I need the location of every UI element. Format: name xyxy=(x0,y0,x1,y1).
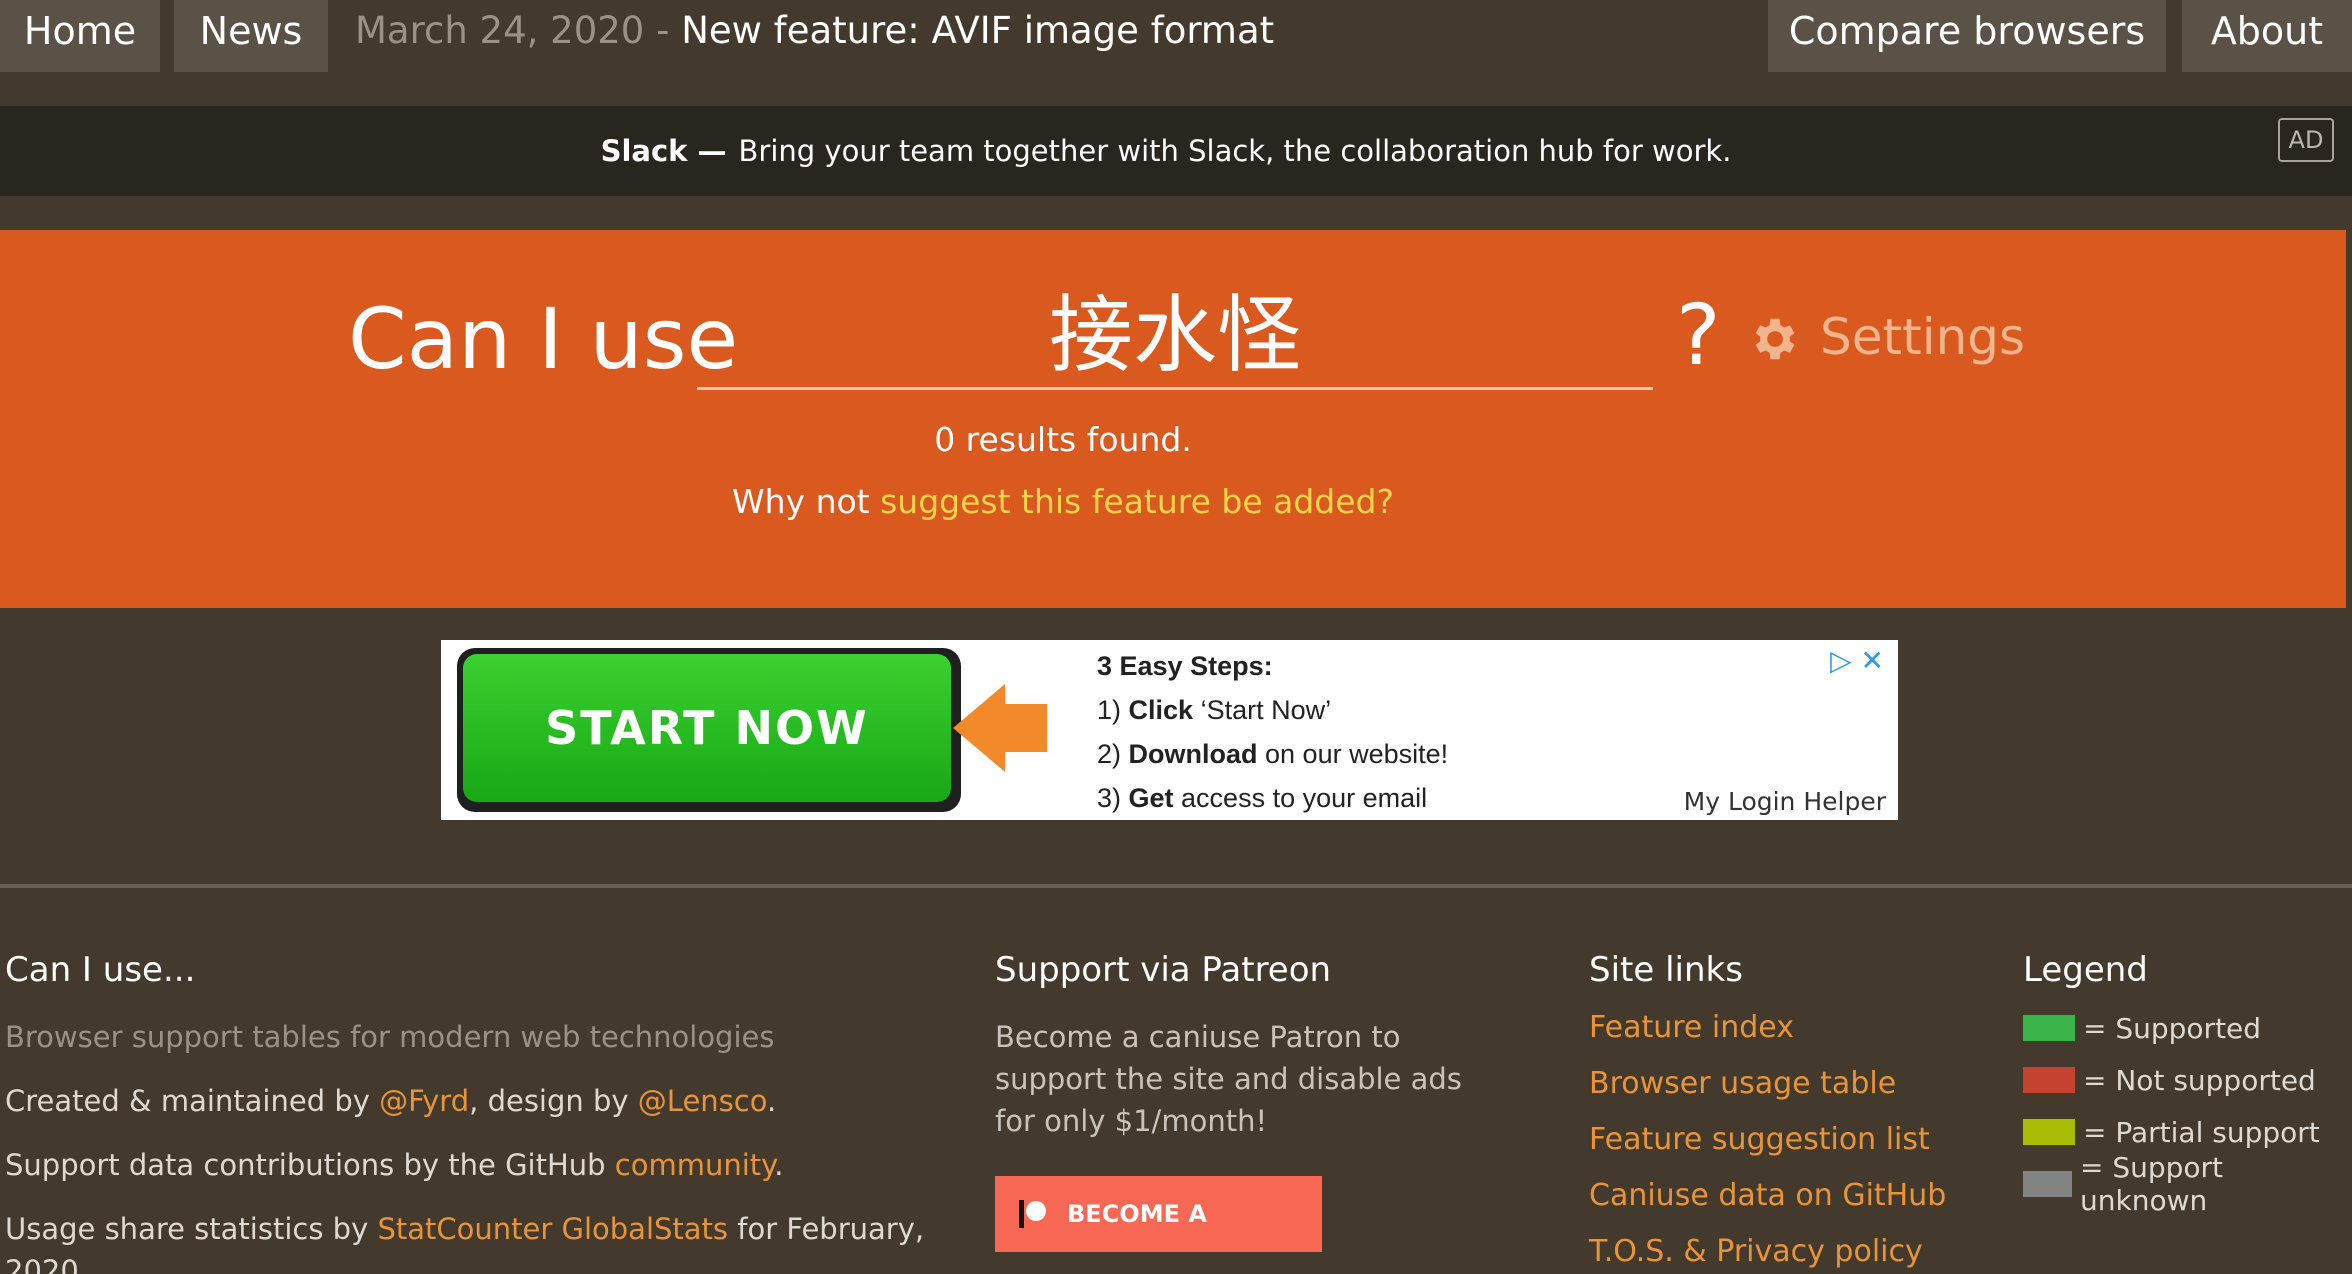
become-patron-button[interactable]: BECOME A PATRON xyxy=(995,1176,1322,1252)
start-now-button[interactable]: START NOW xyxy=(457,648,961,812)
footer-about-column: Can I use... Browser support tables for … xyxy=(5,950,945,1274)
legend-supported: = Supported xyxy=(2023,1002,2343,1054)
nav-home-button[interactable]: Home xyxy=(0,0,160,72)
tos-privacy-link[interactable]: T.O.S. & Privacy policy xyxy=(1589,1224,1989,1274)
why-not-text: Why not xyxy=(732,482,881,521)
ad-choices-icon[interactable]: ▷ ✕ xyxy=(1830,644,1884,677)
footer-patreon-column: Support via Patreon Become a caniuse Pat… xyxy=(995,950,1495,1142)
suggest-feature-link[interactable]: suggest this feature be added? xyxy=(880,482,1394,521)
ad-brand: My Login Helper xyxy=(1683,787,1886,816)
nav-compare-browsers-button[interactable]: Compare browsers xyxy=(1768,0,2166,72)
nav-about-button[interactable]: About xyxy=(2182,0,2352,72)
footer-patreon-title: Support via Patreon xyxy=(995,950,1332,990)
legend-swatch-supported xyxy=(2023,1015,2075,1041)
results-count: 0 results found. xyxy=(934,420,1192,459)
ad-steps: 3 Easy Steps: 1) Click ‘Start Now’ 2) Do… xyxy=(1097,644,1448,820)
footer-site-links-title: Site links xyxy=(1589,950,1743,990)
ad-badge[interactable]: AD xyxy=(2278,118,2334,162)
ad-step-2: 2) Download on our website! xyxy=(1097,739,1449,769)
nav-news-button[interactable]: News xyxy=(174,0,328,72)
footer-divider xyxy=(0,884,2352,888)
can-i-use-label: Can I use xyxy=(348,290,739,388)
fyrd-link[interactable]: @Fyrd xyxy=(379,1084,469,1118)
suggest-feature-prompt: Why not suggest this feature be added? xyxy=(0,482,2346,521)
news-title[interactable]: New feature: AVIF image format xyxy=(681,9,1274,52)
feature-index-link[interactable]: Feature index xyxy=(1589,1000,1989,1056)
patreon-icon xyxy=(1019,1200,1046,1228)
become-patron-label: BECOME A PATRON xyxy=(1067,1200,1207,1228)
question-mark: ? xyxy=(1676,286,1721,384)
news-date: March 24, 2020 xyxy=(355,9,645,52)
footer-contributions: Support data contributions by the GitHub… xyxy=(5,1148,784,1182)
arrow-tail xyxy=(1001,704,1047,752)
search-hero: Can I use 接水怪 ? Settings 0 results found… xyxy=(0,230,2346,608)
slack-ad-brand: Slack — xyxy=(600,134,727,168)
caniuse-github-link[interactable]: Caniuse data on GitHub xyxy=(1589,1168,1989,1224)
community-link[interactable]: community xyxy=(615,1148,774,1182)
legend-support-unknown: = Support unknown xyxy=(2023,1151,2343,1217)
footer-legend-title: Legend xyxy=(2023,950,2148,990)
news-headline[interactable]: March 24, 2020 - New feature: AVIF image… xyxy=(355,0,1274,62)
legend-swatch-not-supported xyxy=(2023,1067,2075,1093)
footer-patreon-text: Become a caniuse Patron to support the s… xyxy=(995,1020,1462,1138)
footer-about-title: Can I use... xyxy=(5,950,196,990)
settings-link[interactable]: Settings xyxy=(1820,308,2025,366)
ad-step-3: 3) Get access to your email xyxy=(1097,783,1428,813)
feature-search-input[interactable]: 接水怪 xyxy=(697,280,1653,390)
legend-not-supported: = Not supported xyxy=(2023,1054,2343,1106)
slack-ad-text: Bring your team together with Slack, the… xyxy=(738,134,1732,168)
browser-usage-table-link[interactable]: Browser usage table xyxy=(1589,1056,1989,1112)
legend-swatch-unknown xyxy=(2023,1171,2072,1197)
slack-ad-bar[interactable]: Slack — Bring your team together with Sla… xyxy=(0,106,2352,196)
footer-site-links-column: Site links Feature index Browser usage t… xyxy=(1589,950,1989,1274)
legend-swatch-partial xyxy=(2023,1119,2075,1145)
lensco-link[interactable]: @Lensco xyxy=(638,1084,767,1118)
footer-usage-stats: Usage share statistics by StatCounter Gl… xyxy=(5,1212,925,1274)
banner-ad[interactable]: START NOW 3 Easy Steps: 1) Click ‘Start … xyxy=(441,640,1898,820)
statcounter-link[interactable]: StatCounter GlobalStats xyxy=(377,1212,728,1246)
news-separator: - xyxy=(644,9,682,52)
footer-legend-column: Legend = Supported = Not supported = Par… xyxy=(2023,950,2343,1217)
footer-tagline: Browser support tables for modern web te… xyxy=(5,1020,775,1054)
footer-credits: Created & maintained by @Fyrd, design by… xyxy=(5,1084,777,1118)
feature-suggestion-list-link[interactable]: Feature suggestion list xyxy=(1589,1112,1989,1168)
start-now-label: START NOW xyxy=(463,654,951,802)
gear-icon[interactable] xyxy=(1746,312,1800,366)
ad-step-1: 1) Click ‘Start Now’ xyxy=(1097,695,1332,725)
ad-steps-heading: 3 Easy Steps: xyxy=(1097,651,1273,681)
arrow-icon xyxy=(953,684,1005,772)
